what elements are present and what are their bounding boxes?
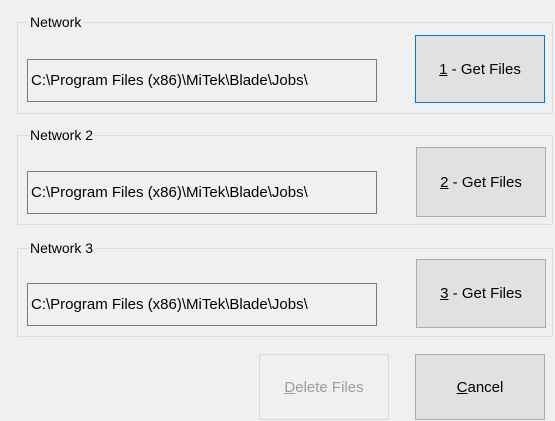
get-files-3-label: - Get Files (448, 285, 522, 302)
network-group-label: Network (28, 14, 84, 30)
cancel-label: ancel (467, 378, 504, 396)
cancel-mnemonic: C (456, 378, 468, 396)
get-files-3-button[interactable]: 3 - Get Files (416, 259, 546, 328)
get-files-1-mnemonic: 1 (439, 60, 448, 78)
network-2-group: Network 2 C:\Program Files (x86)\MiTek\B… (17, 127, 553, 225)
network-path-field[interactable]: C:\Program Files (x86)\MiTek\Blade\Jobs\ (27, 59, 377, 102)
delete-files-button[interactable]: Delete Files (259, 354, 389, 420)
network-2-path-field[interactable]: C:\Program Files (x86)\MiTek\Blade\Jobs\ (27, 171, 377, 214)
get-files-1-button[interactable]: 1 - Get Files (415, 35, 545, 103)
network-2-group-label: Network 2 (28, 127, 96, 143)
delete-files-mnemonic: D (284, 378, 296, 396)
get-files-1-label: - Get Files (447, 60, 521, 78)
network-3-group-label: Network 3 (28, 240, 96, 256)
network-group: Network C:\Program Files (x86)\MiTek\Bla… (17, 14, 553, 114)
delete-files-label: elete Files (295, 378, 364, 396)
get-files-2-button[interactable]: 2 - Get Files (416, 147, 546, 217)
get-files-2-mnemonic: 2 (440, 173, 449, 191)
network-3-group: Network 3 C:\Program Files (x86)\MiTek\B… (17, 240, 553, 337)
get-files-3-mnemonic: 3 (440, 285, 449, 302)
cancel-button[interactable]: Cancel (415, 354, 545, 420)
network-3-path-field[interactable]: C:\Program Files (x86)\MiTek\Blade\Jobs\ (27, 283, 377, 326)
get-files-2-label: - Get Files (448, 173, 522, 191)
